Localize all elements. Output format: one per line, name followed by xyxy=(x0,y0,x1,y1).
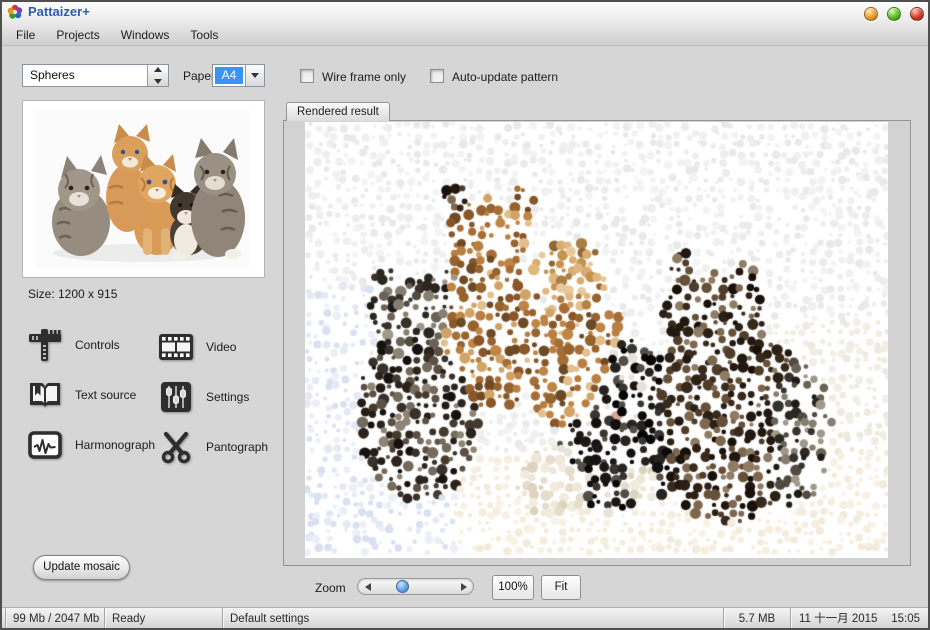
statusbar: 99 Mb / 2047 Mb Ready Default settings 5… xyxy=(0,607,930,630)
update-mosaic-button[interactable]: Update mosaic xyxy=(33,555,130,580)
zoom-100-button[interactable]: 100% xyxy=(492,575,534,600)
scissors-icon xyxy=(158,429,194,465)
menubar: File Projects Windows Tools xyxy=(0,24,930,46)
paper-select[interactable]: A4 xyxy=(212,64,265,87)
wireframe-label: Wire frame only xyxy=(322,70,406,84)
maximize-button[interactable] xyxy=(887,7,901,21)
source-size-label: Size: 1200 x 915 xyxy=(28,287,117,301)
slider-left-arrow-icon[interactable] xyxy=(360,579,376,594)
status-state: Ready xyxy=(104,608,222,630)
status-file-size: 5.7 MB xyxy=(723,608,790,630)
window-chrome: Pattaizer+ File Projects Windows Tools xyxy=(0,0,930,46)
zoom-label: Zoom xyxy=(315,581,346,595)
status-spacer xyxy=(600,608,723,630)
menu-projects[interactable]: Projects xyxy=(50,26,105,44)
tool-pantograph[interactable]: Pantograph xyxy=(158,429,268,465)
pattern-select-value: Spheres xyxy=(23,65,147,86)
chevron-down-icon[interactable] xyxy=(245,65,264,86)
zoom-slider[interactable] xyxy=(357,578,474,595)
status-memory: 99 Mb / 2047 Mb xyxy=(5,608,104,630)
status-date: 11 十一月 2015 xyxy=(799,608,877,630)
status-datetime: 11 十一月 2015 15:05 xyxy=(790,608,930,630)
tool-harmonograph-label: Harmonograph xyxy=(75,438,155,452)
paper-label: Paper xyxy=(183,69,215,83)
tool-settings[interactable]: Settings xyxy=(158,379,249,415)
sliders-icon xyxy=(158,379,194,415)
menu-windows[interactable]: Windows xyxy=(115,26,176,44)
waveform-icon xyxy=(27,427,63,463)
tool-pantograph-label: Pantograph xyxy=(206,440,268,454)
autoupdate-label: Auto-update pattern xyxy=(452,70,558,84)
close-button[interactable] xyxy=(910,7,924,21)
ruler-icon xyxy=(27,327,63,363)
paper-select-value: A4 xyxy=(215,67,243,84)
film-icon xyxy=(158,329,194,365)
tool-harmonograph[interactable]: Harmonograph xyxy=(27,427,155,463)
spinner-down-icon[interactable] xyxy=(148,76,168,87)
zoom-fit-button[interactable]: Fit xyxy=(541,575,581,600)
tool-video-label: Video xyxy=(206,340,236,354)
titlebar[interactable]: Pattaizer+ xyxy=(0,0,930,24)
wireframe-checkbox[interactable] xyxy=(300,69,314,83)
minimize-button[interactable] xyxy=(864,7,878,21)
source-image-thumbnail[interactable] xyxy=(22,100,265,278)
kittens-image xyxy=(37,110,250,268)
zoom-slider-thumb[interactable] xyxy=(396,580,409,593)
pattern-select[interactable]: Spheres xyxy=(22,64,169,87)
tab-rendered-result[interactable]: Rendered result xyxy=(286,102,390,121)
app-logo-icon xyxy=(7,4,23,20)
menu-file[interactable]: File xyxy=(10,26,41,44)
book-icon xyxy=(27,377,63,413)
status-time: 15:05 xyxy=(891,608,920,630)
tool-text-source[interactable]: Text source xyxy=(27,377,136,413)
mosaic-canvas xyxy=(305,122,888,558)
tool-controls[interactable]: Controls xyxy=(27,327,120,363)
spinner-up-icon[interactable] xyxy=(148,65,168,76)
tool-text-source-label: Text source xyxy=(75,388,136,402)
pattern-spinner xyxy=(147,65,168,86)
slider-right-arrow-icon[interactable] xyxy=(455,579,471,594)
tool-settings-label: Settings xyxy=(206,390,249,404)
app-window: Pattaizer+ File Projects Windows Tools S… xyxy=(0,0,930,630)
menu-tools[interactable]: Tools xyxy=(184,26,224,44)
tool-video[interactable]: Video xyxy=(158,329,236,365)
tool-controls-label: Controls xyxy=(75,338,120,352)
autoupdate-checkbox[interactable] xyxy=(430,69,444,83)
status-settings: Default settings xyxy=(222,608,600,630)
window-title: Pattaizer+ xyxy=(28,4,90,19)
